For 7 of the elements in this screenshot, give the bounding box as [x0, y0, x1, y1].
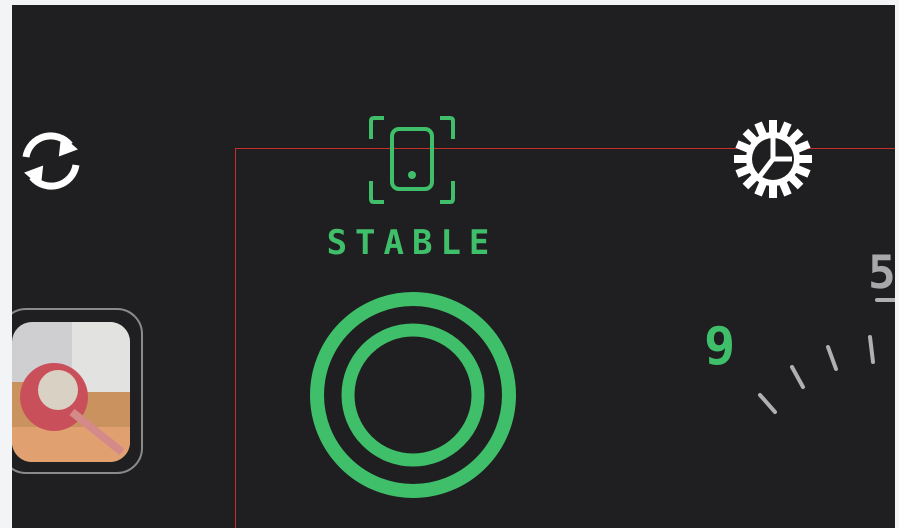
stability-label: STABLE	[326, 223, 498, 263]
settings-icon[interactable]	[732, 118, 814, 200]
phone-icon	[368, 115, 456, 205]
shutter-button[interactable]	[308, 290, 518, 500]
gallery-thumbnail[interactable]	[12, 308, 143, 474]
dial-number: 5	[868, 249, 895, 295]
dial-number: 9	[704, 321, 736, 373]
